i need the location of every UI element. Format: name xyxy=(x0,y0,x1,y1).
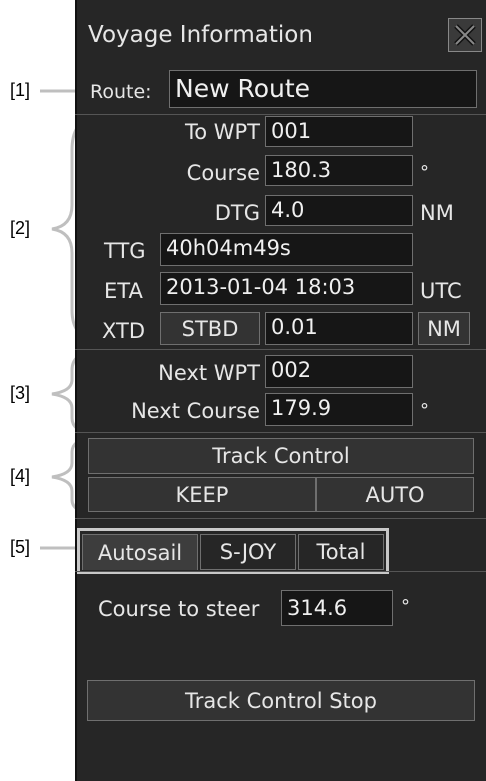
dtg-label: DTG xyxy=(214,201,260,225)
course-to-steer-label: Course to steer xyxy=(98,597,260,621)
route-field[interactable]: New Route xyxy=(169,70,477,108)
annotation-2: [2] xyxy=(10,218,31,238)
track-control-stop-button[interactable]: Track Control Stop xyxy=(87,680,475,721)
tab-autosail[interactable]: Autosail xyxy=(82,534,198,570)
window-title: Voyage Information xyxy=(88,22,313,48)
course-unit: ° xyxy=(420,162,429,183)
ttg-label: TTG xyxy=(104,239,146,263)
course-to-steer-unit: ° xyxy=(401,596,410,617)
xtd-side-indicator: STBD xyxy=(160,312,260,345)
course-to-steer-field[interactable]: 314.6 xyxy=(281,590,393,626)
dtg-unit: NM xyxy=(420,201,454,225)
xtd-unit-button[interactable]: NM xyxy=(418,312,470,345)
auto-button[interactable]: AUTO xyxy=(316,477,474,512)
annotation-1: [1] xyxy=(10,80,31,100)
track-control-header: Track Control xyxy=(88,438,474,474)
close-button[interactable] xyxy=(448,18,482,52)
next-course-unit: ° xyxy=(420,400,429,421)
keep-button[interactable]: KEEP xyxy=(88,477,316,512)
dtg-field: 4.0 xyxy=(265,195,413,226)
annotation-4: [4] xyxy=(10,466,31,486)
tab-s-joy[interactable]: S-JOY xyxy=(200,534,296,570)
eta-field: 2013-01-04 18:03 xyxy=(160,272,413,305)
course-field: 180.3 xyxy=(265,155,413,186)
next-wpt-label: Next WPT xyxy=(158,361,260,385)
eta-unit: UTC xyxy=(420,279,462,303)
next-course-field: 179.9 xyxy=(265,393,413,426)
annotation-3: [3] xyxy=(10,383,31,403)
tab-total[interactable]: Total xyxy=(298,534,384,570)
ttg-field: 40h04m49s xyxy=(160,233,413,266)
to-wpt-field: 001 xyxy=(265,116,413,147)
close-icon xyxy=(454,24,476,46)
next-wpt-field: 002 xyxy=(265,355,413,388)
eta-label: ETA xyxy=(104,279,143,303)
course-label: Course xyxy=(186,161,260,185)
annotation-5: [5] xyxy=(10,537,31,557)
to-wpt-label: To WPT xyxy=(184,120,260,144)
xtd-label: XTD xyxy=(102,319,146,343)
next-course-label: Next Course xyxy=(131,399,260,423)
xtd-field: 0.01 xyxy=(265,312,413,345)
route-label: Route: xyxy=(90,81,152,103)
